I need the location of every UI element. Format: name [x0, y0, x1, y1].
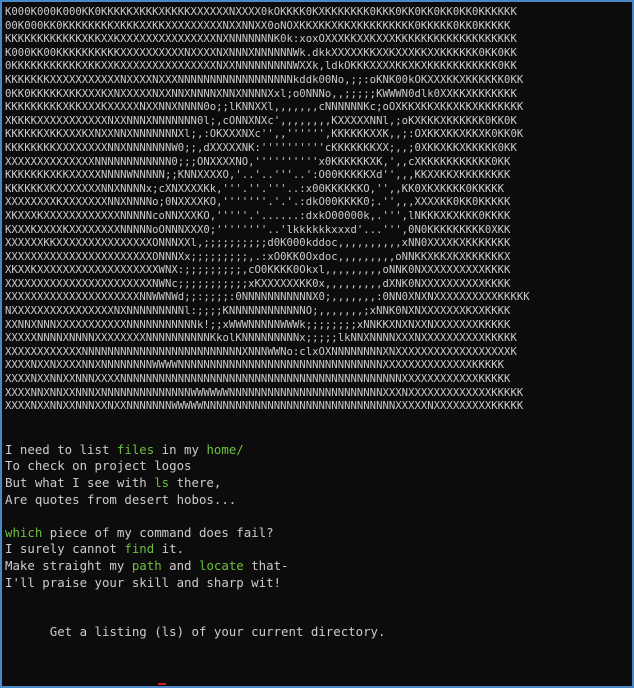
- poem-line: I need to list files in my home/: [5, 442, 630, 459]
- poem-text: I need to list: [5, 441, 117, 457]
- ascii-art-row: XXNNXNNNXXXXXXXXXXXNNNNNNNNNNNk!;;xWWWNN…: [5, 318, 511, 331]
- poem-text: To check on project logos: [5, 458, 192, 474]
- ascii-art-row: KKKKKKKKXXXXXXXXNNXNNNNNNNW0;;,dXXXXXNK:…: [5, 141, 517, 154]
- ascii-art-row: 00K000KK0KKKKKKKKXKKKXXKKXXXXXXXXXNXXNNX…: [5, 19, 511, 32]
- ascii-art-row: XXXXXNNNNXNNNNXXXXXXXXNNNNNNNNNNKkolKNNN…: [5, 332, 517, 345]
- command-keyword: find: [124, 541, 155, 557]
- ascii-art-row: NXXXXXXXXXXXXXXXXNXNNNNNNNNNl:;;;;KNNNNN…: [5, 305, 511, 318]
- command-keyword: home/: [206, 441, 244, 457]
- command-keyword: locate: [198, 557, 244, 573]
- ascii-art-row: K000KK00KKKKKKKKKKXXXXXXXXXXNXXXXNXNNNXN…: [5, 46, 517, 59]
- ascii-art-row: XXXXXXXXXXXXXXXXXXXXXNNWWNWd;;:;;;;:0NNN…: [5, 291, 530, 304]
- poem-line: I surely cannot find it.: [5, 541, 630, 558]
- ascii-art-row: 0KK0KKKKKXKKXXXKXNXXXXXNXXNNXNNNNXNNXNNN…: [5, 87, 517, 100]
- ascii-art-row: KKKKKKKXKKXXXXXNNNNWNNNNN;;KNNXXXXO,'..'…: [5, 169, 511, 182]
- ascii-art-row: XXXXNXXNXXXXNNXNNNNNNNNWWWWNNNNNNNNNNNNN…: [5, 359, 505, 372]
- ascii-art-row: 0KKKKKKKKKKKXKKXXKXXXXXXXXXXXXXXXNXXNNNN…: [5, 60, 517, 73]
- terminal-output: K000K000K000KK0KKKKKXKKKXKKKKXXXXXXNXXXX…: [5, 6, 630, 686]
- poem-text: that-: [243, 557, 289, 573]
- poem-line: To check on project logos: [5, 458, 630, 475]
- ascii-art-row: KKKKKKXKXXXXXXXNNXNNNNx;cXNXXXXKk,'''.''…: [5, 182, 505, 195]
- ascii-art-row: KKKKKKXKKXXXKXNXXNNXNNNNNNNXl;,:OKXXXNXc…: [5, 128, 524, 141]
- ascii-art-row: KKKKKKKKKKKKXKKXXKXXXXXXXXXXXXXXXNXNNNNN…: [5, 33, 517, 46]
- ascii-art-row: KXXXKXXXXKXXXXXXXXNNNNNoONNNXXX0;'''''''…: [5, 223, 511, 236]
- terminal-cursor: [158, 683, 166, 685]
- ascii-art-row: XKKKKXXXXXXXXXXXNXXNNNXNNNNNNN0l;,cONNXN…: [5, 114, 517, 127]
- poem-text: Make straight my: [5, 557, 132, 573]
- ascii-art-row: XXXXNXXNNXXNNNXXXXNNNNNNNNNNNNNNNNNNNNNN…: [5, 373, 511, 386]
- poem-text: Are quotes from desert hobos...: [5, 491, 237, 507]
- ascii-art-row: XXXXXXXXXXXXXXNNNNNNNNNNNN0;;;ONXXXXNO,'…: [5, 155, 511, 168]
- ascii-art-row: XXXXXXXXKXXXXXXXNNXNNNNo;0NXXXXKO,''''''…: [5, 196, 511, 209]
- poem-line: [5, 508, 630, 525]
- poem-text: in my: [154, 441, 207, 457]
- poem-text: piece of my command does fail?: [42, 524, 274, 540]
- ascii-art-row: XXXXNXXNNXXNNNXXNXXNNNNNNNWWWWWNNNNNNNNN…: [5, 400, 524, 413]
- poem-text: and: [161, 557, 199, 573]
- ascii-art-row: XXXXXXXXXXXXXXXXXXXXXXXNWNc;;;;;;;;;;;xK…: [5, 277, 511, 290]
- terminal-window[interactable]: K000K000K000KK0KKKKKXKKKXKKKKXXXXXXNXXXX…: [0, 0, 634, 688]
- challenge-prompt: Get a listing (ls) of your current direc…: [5, 608, 630, 658]
- poem-text: there,: [169, 475, 222, 490]
- riddle-poem: I need to list files in my home/To check…: [5, 442, 630, 591]
- poem-text: it.: [154, 541, 185, 557]
- ascii-art-row: XXXXXXXXXXXXXXXXXXXXXXXONNNXx;;;;;;;;;,.…: [5, 250, 511, 263]
- poem-line: But what I see with ls there,: [5, 475, 630, 492]
- poem-text: I surely cannot: [5, 541, 125, 557]
- poem-line: which piece of my command does fail?: [5, 525, 630, 542]
- ascii-art-row: XKXXKXXXXXXXXXXXXXXXXXXXWNX:;;;;;;;;;,cO…: [5, 264, 511, 277]
- poem-line: Make straight my path and locate that-: [5, 558, 630, 575]
- command-keyword: ls: [154, 475, 170, 490]
- poem-line: I'll praise your skill and sharp wit!: [5, 575, 630, 592]
- command-keyword: files: [116, 441, 155, 457]
- ascii-art-row: K000K000K000KK0KKKKKXKKKXKKKKXXXXXXNXXXX…: [5, 6, 517, 18]
- ascii-art-banner: K000K000K000KK0KKKKKXKKKXKKKKXXXXXXNXXXX…: [5, 6, 630, 414]
- ascii-art-row: XKXXXKXXXXXXXXXXXXNNNNNcoNNXXXKO,'''''.'…: [5, 209, 511, 222]
- poem-line: Are quotes from desert hobos...: [5, 492, 630, 509]
- ascii-art-row: KKKKKKKXXXXXXXXXXXNXXXXNXXXNNNNNNNNNNNNN…: [5, 73, 524, 86]
- ascii-art-row: KKKKKKKKKXKKXXXKXXXXXNXXNNXNNNN0o;;lKNNX…: [5, 101, 524, 114]
- ascii-art-row: XXXXNNXNNXXNNNXNNNNNNNNNNNNNNWWWWWWNNNNN…: [5, 386, 524, 399]
- command-keyword: which: [5, 524, 43, 540]
- command-keyword: path: [131, 557, 162, 573]
- ascii-art-row: XXXXXXKKXXXXXXXXXXXXXXXONNNXXl,;;;;;;;;;…: [5, 237, 511, 250]
- poem-text: But what I see with: [5, 475, 155, 490]
- ascii-art-row: XXXXXXXXXXXXNNNNNNNNNNNNNNNNNNNNNNNNNXNN…: [5, 345, 517, 358]
- prompt-text: Get a listing (ls) of your current direc…: [49, 624, 386, 640]
- poem-text: I'll praise your skill and sharp wit!: [5, 574, 282, 590]
